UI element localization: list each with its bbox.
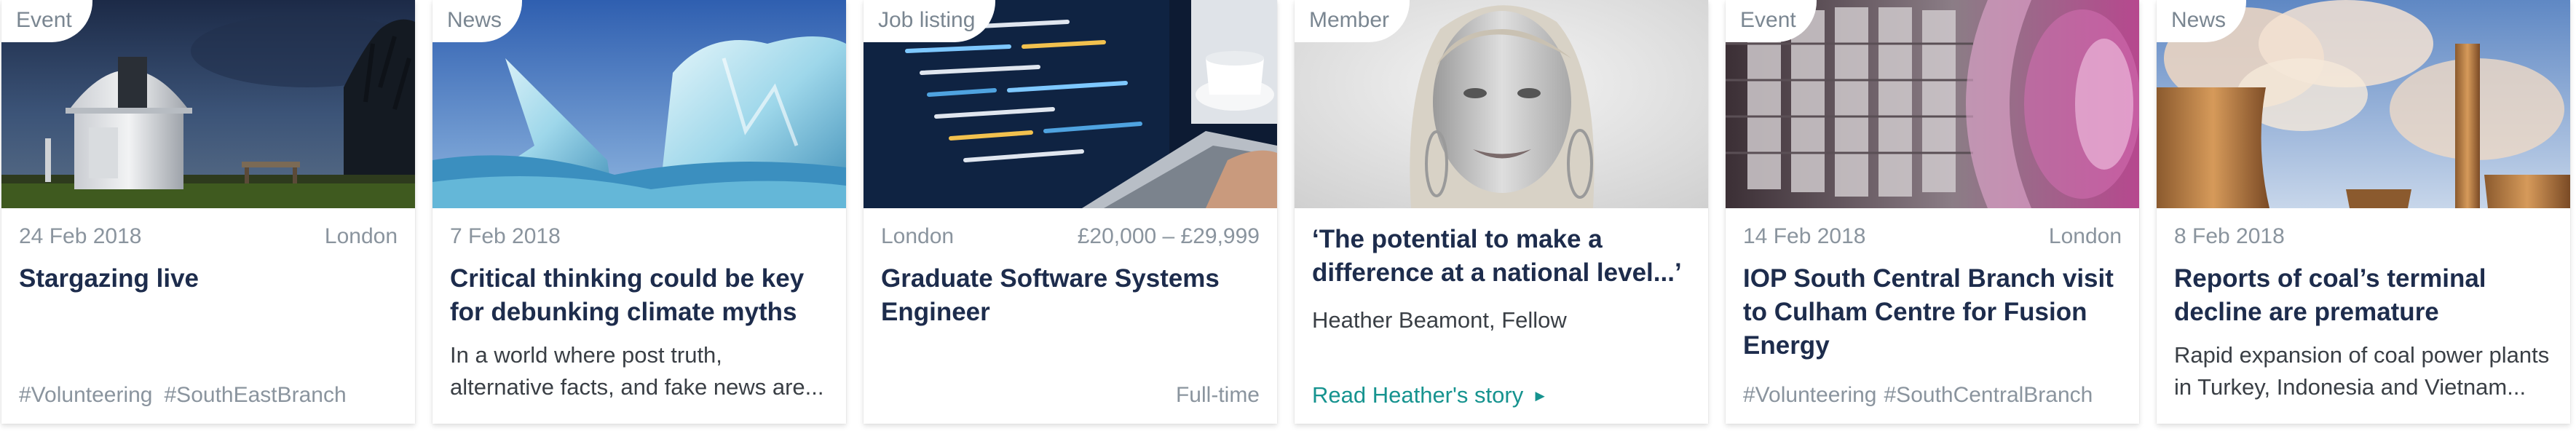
member-quote: ‘The potential to make a difference at a… [1312,225,1682,287]
card-news-coal[interactable]: News 8 Feb 2018 Reports of coal’s termin… [2157,0,2570,424]
card-title-link[interactable]: Reports of coal’s terminal decline are p… [2174,262,2553,329]
card-news-climate[interactable]: News 7 Feb 2018 Critical thinking could … [432,0,846,424]
job-location: London [881,224,955,248]
card-meta: 7 Feb 2018 [450,223,829,250]
card-event-culham[interactable]: Event 14 Feb 2018 London IOP South Centr… [1726,0,2139,424]
card-type-badge: Job listing [864,0,996,42]
read-story-label: Read Heather's story [1312,382,1524,408]
card-description: Rapid expansion of coal power plants in … [2174,342,2550,400]
tag-link[interactable]: #Volunteering [1743,383,1877,407]
card-job-listing[interactable]: Job listing London £20,000 – £29,999 Gra… [864,0,1277,424]
card-title-link[interactable]: Graduate Software Systems Engineer [881,262,1260,329]
card-meta: 24 Feb 2018 London [19,223,398,250]
read-story-link[interactable]: Read Heather's story ► [1312,381,1548,410]
tag-list: #Volunteering #SouthEastBranch [19,381,403,409]
card-event-stargazing[interactable]: Event 24 Feb 2018 London Stargazing live… [1,0,415,424]
event-date: 14 Feb 2018 [1743,224,1866,248]
job-salary: £20,000 – £29,999 [1077,224,1260,248]
job-contract-type: Full-time [1175,383,1260,407]
event-date: 24 Feb 2018 [19,224,142,248]
tag-link[interactable]: #SouthEastBranch [165,383,347,407]
tag-link[interactable]: #Volunteering [19,383,153,407]
card-title-link[interactable]: IOP South Central Branch visit to Culham… [1743,262,2122,363]
event-location: London [2048,224,2122,248]
news-date: 8 Feb 2018 [2174,224,2285,248]
card-meta: 14 Feb 2018 London [1743,223,2122,250]
member-name: Heather Beamont, Fellow [1312,307,1567,333]
card-meta: London £20,000 – £29,999 [881,223,1260,250]
card-title-link[interactable]: Critical thinking could be key for debun… [450,262,829,329]
card-description: In a world where post truth, alternative… [450,342,824,400]
card-title-link[interactable]: Stargazing live [19,262,398,296]
arrow-right-icon: ► [1532,387,1548,405]
card-member-story[interactable]: Member ‘The potential to make a differen… [1295,0,1708,424]
card-row: Event 24 Feb 2018 London Stargazing live… [0,0,2576,431]
tag-link[interactable]: #SouthCentralBranch [1884,383,2093,407]
news-date: 7 Feb 2018 [450,224,561,248]
tag-list: #Volunteering #SouthCentralBranch [1743,381,2127,409]
card-meta: 8 Feb 2018 [2174,223,2553,250]
event-location: London [324,224,398,248]
